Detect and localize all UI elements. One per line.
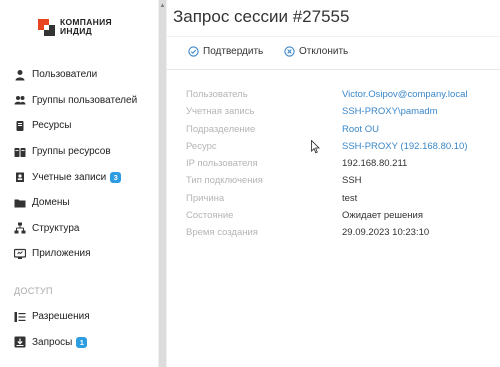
- resource-link[interactable]: SSH-PROXY (192.168.80.10): [342, 138, 468, 155]
- detail-key: Причина: [186, 192, 225, 204]
- page-title: Запрос сессии #27555: [173, 7, 350, 26]
- department-link[interactable]: Root OU: [342, 121, 379, 138]
- detail-row-connection-type: Тип подключения SSH: [186, 172, 468, 189]
- check-circle-icon: [188, 46, 199, 57]
- cancel-circle-icon: [284, 46, 295, 57]
- account-link[interactable]: SSH-PROXY\pamadm: [342, 103, 438, 120]
- sidebar-item-label: Учетные записи: [32, 171, 107, 183]
- sidebar: КОМПАНИЯ ИНДИД Пользователи Группы польз…: [0, 0, 158, 367]
- sidebar-nav: Пользователи Группы пользователей Ресурс…: [0, 62, 158, 267]
- detail-value: test: [342, 192, 358, 204]
- permissions-icon: [14, 311, 26, 323]
- app-icon: [14, 248, 26, 260]
- detail-row-user: Пользователь Victor.Osipov@company.local: [186, 86, 468, 103]
- sidebar-item-label: Разрешения: [32, 311, 90, 323]
- detail-value: 192.168.80.211: [342, 158, 408, 170]
- detail-row-created: Время создания 29.09.2023 10:23:10: [186, 224, 468, 241]
- sidebar-item-label: Приложения: [32, 248, 91, 260]
- sidebar-item-label: Ресурсы: [32, 120, 72, 132]
- detail-key: Состояние: [186, 210, 234, 222]
- detail-key: Тип подключения: [186, 175, 263, 187]
- confirm-button[interactable]: Подтвердить: [188, 46, 263, 57]
- detail-value: SSH: [342, 175, 362, 187]
- section-label-access: ДОСТУП: [14, 286, 53, 296]
- sidebar-item-structure[interactable]: Структура: [0, 216, 158, 242]
- logo-text-line2: ИНДИД: [60, 26, 92, 36]
- sidebar-item-label: Домены: [32, 197, 70, 209]
- sidebar-item-user-groups[interactable]: Группы пользователей: [0, 88, 158, 114]
- reject-button[interactable]: Отклонить: [284, 46, 348, 57]
- detail-value: 29.09.2023 10:23:10: [342, 227, 430, 239]
- sidebar-item-label: Группы пользователей: [32, 94, 138, 106]
- detail-value: Ожидает решения: [342, 210, 424, 222]
- detail-row-department: Подразделение Root OU: [186, 121, 468, 138]
- detail-row-user-ip: IP пользователя 192.168.80.211: [186, 155, 468, 172]
- scrollbar-thumb[interactable]: [159, 0, 166, 367]
- sidebar-item-applications[interactable]: Приложения: [0, 241, 158, 267]
- detail-row-reason: Причина test: [186, 190, 468, 207]
- main-panel: Запрос сессии #27555 Подтвердить Отклони…: [167, 0, 500, 367]
- session-details: Пользователь Victor.Osipov@company.local…: [186, 86, 468, 242]
- detail-key: Подразделение: [186, 123, 256, 135]
- sidebar-item-domains[interactable]: Домены: [0, 190, 158, 216]
- detail-key: Пользователь: [186, 89, 248, 100]
- folder-icon: [14, 197, 26, 209]
- sidebar-item-requests[interactable]: Запросы 1: [0, 330, 158, 356]
- user-icon: [14, 69, 26, 81]
- sidebar-item-label: Структура: [32, 222, 80, 234]
- server-icon: [14, 120, 26, 132]
- sidebar-item-permissions[interactable]: Разрешения: [0, 304, 158, 330]
- users-icon: [14, 94, 26, 106]
- accounts-count-badge: 3: [110, 171, 122, 183]
- sidebar-item-label: Пользователи: [32, 69, 98, 81]
- confirm-button-label: Подтвердить: [203, 46, 264, 57]
- server-group-icon: [14, 146, 26, 158]
- account-icon: [14, 171, 26, 183]
- mouse-cursor-icon: [311, 140, 320, 154]
- logo-mark-icon: [38, 18, 55, 36]
- detail-key: Время создания: [186, 227, 258, 239]
- sidebar-item-users[interactable]: Пользователи: [0, 62, 158, 88]
- company-logo[interactable]: КОМПАНИЯ ИНДИД: [38, 18, 112, 36]
- sidebar-access-nav: Разрешения Запросы 1: [0, 304, 158, 355]
- sidebar-item-accounts[interactable]: Учетные записи 3: [0, 164, 158, 190]
- requests-count-badge: 1: [76, 336, 88, 348]
- user-link[interactable]: Victor.Osipov@company.local: [342, 86, 467, 103]
- detail-key: IP пользователя: [186, 158, 258, 170]
- sidebar-item-label: Запросы: [32, 336, 73, 348]
- reject-button-label: Отклонить: [299, 46, 349, 57]
- sidebar-scrollbar[interactable]: ▲: [158, 0, 167, 367]
- detail-key: Учетная запись: [186, 106, 255, 118]
- detail-row-resource: Ресурс SSH-PROXY (192.168.80.10): [186, 138, 468, 155]
- sidebar-item-resources[interactable]: Ресурсы: [0, 113, 158, 139]
- detail-row-account: Учетная запись SSH-PROXY\pamadm: [186, 103, 468, 120]
- sidebar-item-resource-groups[interactable]: Группы ресурсов: [0, 139, 158, 165]
- detail-row-status: Состояние Ожидает решения: [186, 207, 468, 224]
- structure-icon: [14, 222, 26, 234]
- scroll-up-arrow-icon[interactable]: ▲: [158, 2, 167, 11]
- sidebar-item-label: Группы ресурсов: [32, 146, 111, 158]
- action-toolbar: Подтвердить Отклонить: [167, 36, 500, 70]
- requests-icon: [14, 336, 26, 348]
